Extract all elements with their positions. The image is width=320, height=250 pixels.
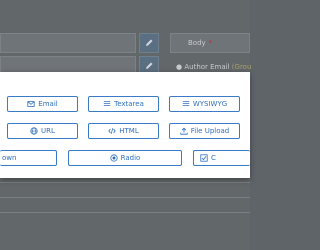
- checkbox-icon: [200, 154, 208, 162]
- email-button[interactable]: Email: [7, 96, 78, 112]
- envelope-icon: [27, 100, 35, 108]
- globe-icon: [30, 127, 38, 135]
- user-icon: ●: [176, 63, 183, 71]
- author-email-label: ● Author Email (Grou: [176, 63, 252, 71]
- checkbox-button[interactable]: C: [193, 150, 250, 166]
- dropdown-button[interactable]: own: [0, 150, 57, 166]
- radio-icon: [110, 154, 118, 162]
- textarea-button[interactable]: Textarea: [88, 96, 159, 112]
- file-upload-button[interactable]: File Upload: [169, 123, 240, 139]
- wysiwyg-button[interactable]: WYSIWYG: [169, 96, 240, 112]
- pencil-icon: [146, 62, 153, 69]
- list-icon: [103, 100, 111, 108]
- background-field-1: [0, 33, 136, 53]
- body-label: Body *: [188, 39, 213, 47]
- html-button[interactable]: HTML: [88, 123, 159, 139]
- field-type-modal: Email Textarea WYSIWYG URL HTML File Upl…: [0, 72, 250, 178]
- url-button[interactable]: URL: [7, 123, 78, 139]
- list-icon: [182, 100, 190, 108]
- code-icon: [108, 127, 116, 135]
- upload-icon: [180, 127, 188, 135]
- edit-button-1: [139, 33, 159, 53]
- radio-button[interactable]: Radio: [68, 150, 182, 166]
- pencil-icon: [146, 39, 153, 46]
